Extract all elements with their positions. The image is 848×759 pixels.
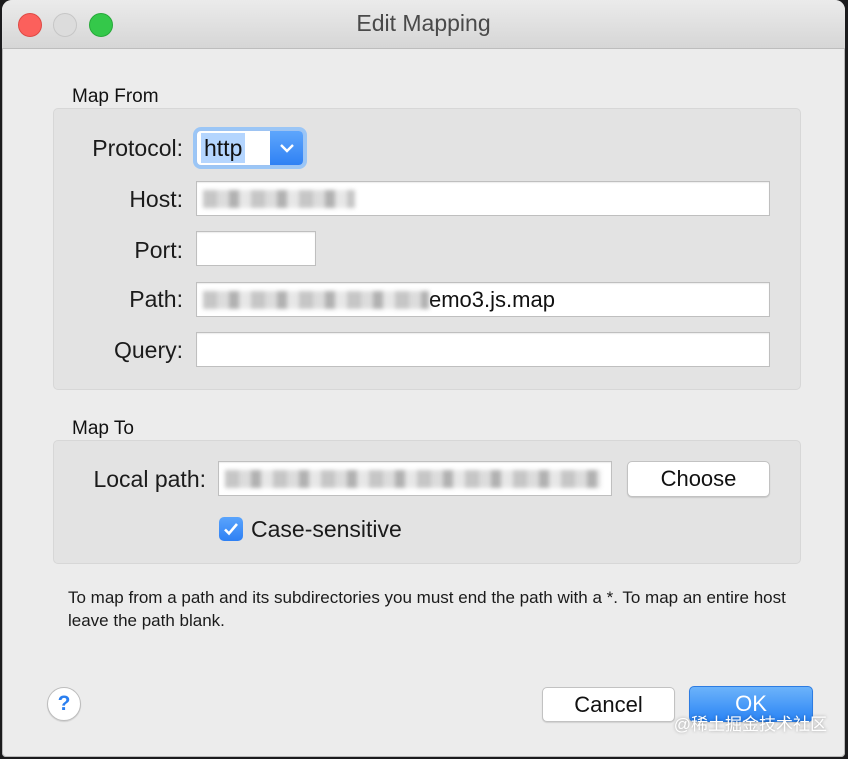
map-from-heading: Map From xyxy=(72,86,159,107)
case-sensitive-label[interactable]: Case-sensitive xyxy=(251,516,402,543)
protocol-select[interactable]: http xyxy=(196,130,304,166)
redacted-path xyxy=(203,290,429,309)
port-field[interactable] xyxy=(196,231,316,266)
chevron-down-icon xyxy=(270,131,303,165)
case-sensitive-checkbox[interactable] xyxy=(219,517,243,541)
cancel-button[interactable]: Cancel xyxy=(542,687,675,722)
watermark-text: @稀土掘金技术社区 xyxy=(673,715,827,734)
mapping-hint-text: To map from a path and its subdirectorie… xyxy=(68,588,786,630)
map-to-group xyxy=(53,440,801,564)
local-path-field[interactable] xyxy=(218,461,612,496)
redacted-local-path xyxy=(225,469,601,488)
host-label: Host: xyxy=(129,186,183,212)
redacted-host xyxy=(203,189,355,208)
path-field[interactable]: emo3.js.map xyxy=(196,282,770,317)
checkmark-icon xyxy=(224,523,238,536)
help-button[interactable]: ? xyxy=(47,687,81,721)
query-label: Query: xyxy=(113,337,183,363)
local-path-label: Local path: xyxy=(93,466,206,492)
query-field[interactable] xyxy=(196,332,770,367)
edit-mapping-dialog: Edit Mapping Map From Protocol: http Hos… xyxy=(2,0,845,757)
port-label: Port: xyxy=(134,237,183,263)
map-to-heading: Map To xyxy=(72,418,134,439)
host-field[interactable] xyxy=(196,181,770,216)
choose-button[interactable]: Choose xyxy=(627,461,770,497)
window-title: Edit Mapping xyxy=(356,10,491,36)
path-visible-text: emo3.js.map xyxy=(429,286,555,312)
title-bar: Edit Mapping xyxy=(2,0,845,49)
path-label: Path: xyxy=(129,286,183,312)
protocol-value: http xyxy=(201,133,246,163)
protocol-label: Protocol: xyxy=(92,135,183,161)
